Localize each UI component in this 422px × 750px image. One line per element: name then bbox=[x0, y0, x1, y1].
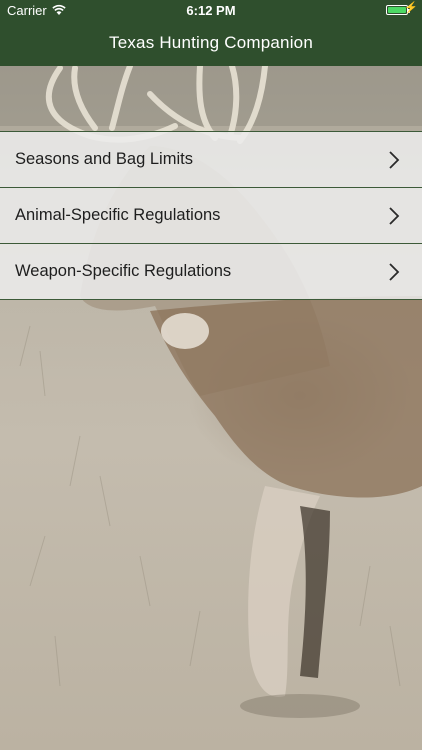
clock: 6:12 PM bbox=[186, 3, 236, 18]
menu-item-weapon-specific-regulations[interactable]: Weapon-Specific Regulations bbox=[0, 244, 422, 300]
chevron-right-icon bbox=[389, 207, 400, 225]
menu-list: Seasons and Bag Limits Animal-Specific R… bbox=[0, 131, 422, 300]
status-bar: Carrier 6:12 PM ⚡ bbox=[0, 0, 422, 22]
charging-bolt-icon: ⚡ bbox=[404, 2, 418, 14]
chevron-right-icon bbox=[389, 263, 400, 281]
page-title: Texas Hunting Companion bbox=[109, 33, 313, 52]
menu-item-animal-specific-regulations[interactable]: Animal-Specific Regulations bbox=[0, 188, 422, 244]
menu-item-seasons-and-bag-limits[interactable]: Seasons and Bag Limits bbox=[0, 132, 422, 188]
menu-item-label: Seasons and Bag Limits bbox=[15, 150, 193, 168]
navigation-bar: Carrier 6:12 PM ⚡ Texas Hunting Companio… bbox=[0, 0, 422, 66]
menu-item-label: Animal-Specific Regulations bbox=[15, 206, 221, 224]
menu-item-label: Weapon-Specific Regulations bbox=[15, 262, 232, 280]
battery-fill bbox=[388, 7, 406, 13]
chevron-right-icon bbox=[389, 151, 400, 169]
